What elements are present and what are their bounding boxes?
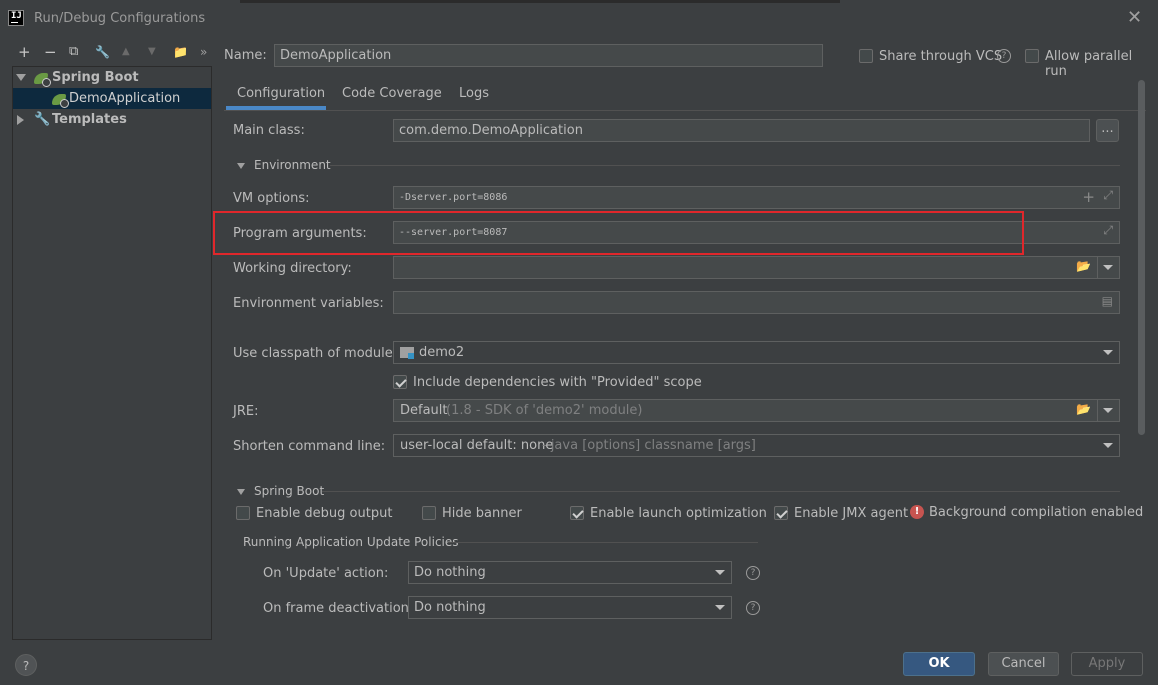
help-icon[interactable]: ? [997,49,1011,63]
tree-item-label: Spring Boot [52,70,139,85]
tab-logs[interactable]: Logs [459,86,489,101]
chevron-down-icon[interactable] [1103,350,1113,355]
tree-item-demoapplication[interactable]: DemoApplication [13,88,211,109]
help-button[interactable]: ? [15,654,37,676]
environment-section-title: Environment [254,158,331,172]
help-icon[interactable]: ? [746,601,760,615]
dropdown-separator [1097,400,1098,421]
shorten-select[interactable]: user-local default: none - java [options… [393,434,1120,457]
highlight-annotation [213,211,1024,255]
main-class-label: Main class: [233,123,305,138]
shorten-label: Shorten command line: [233,439,386,454]
jmx-agent-checkbox[interactable] [774,506,788,520]
bg-compile-label: Background compilation enabled [929,505,1144,520]
folder-icon[interactable]: 📂 [1076,402,1091,416]
env-vars-label: Environment variables: [233,296,384,311]
debug-output-label: Enable debug output [256,506,393,521]
apply-button[interactable]: Apply [1071,652,1143,676]
vm-options-label: VM options: [233,191,310,206]
name-label: Name: [224,48,267,63]
allow-parallel-checkbox[interactable] [1025,49,1039,63]
ok-button[interactable]: OK [903,652,975,676]
spring-boot-icon [34,73,51,87]
jre-label: JRE: [233,404,259,419]
hide-banner-label: Hide banner [442,506,522,521]
module-badge-icon [408,353,414,359]
chevron-down-icon[interactable] [1103,443,1113,448]
environment-collapse-icon[interactable] [237,163,245,169]
help-icon[interactable]: ? [746,566,760,580]
error-icon: ! [910,505,924,519]
tree-item-spring-boot[interactable]: Spring Boot [13,67,211,88]
on-frame-select[interactable]: Do nothing [408,596,732,619]
chevron-down-icon[interactable] [1103,265,1113,270]
templates-wrench-icon: 🔧 [34,112,51,127]
title-strip [240,0,840,3]
launch-opt-checkbox[interactable] [570,506,584,520]
section-divider [330,165,1120,166]
window-title: Run/Debug Configurations [34,11,206,26]
hide-banner-checkbox[interactable] [422,506,436,520]
vm-options-input[interactable]: -Dserver.port=8086 + ⤢ [393,186,1120,209]
tabs-divider [224,110,1146,111]
cancel-button[interactable]: Cancel [988,652,1059,676]
classpath-label: Use classpath of module: [233,346,398,361]
allow-parallel-label: Allow parallel run [1045,49,1133,79]
tree-item-label: Templates [52,112,127,127]
expand-icon[interactable]: ⤢ [1103,188,1113,203]
close-icon[interactable]: ✕ [1127,8,1142,28]
copy-icon[interactable]: ⧉ [69,43,78,61]
folder-icon[interactable]: 📂 [1076,259,1091,273]
update-policies-title: Running Application Update Policies [243,535,459,549]
tab-code-coverage[interactable]: Code Coverage [342,86,442,101]
remove-icon[interactable]: − [44,43,57,61]
on-update-select[interactable]: Do nothing [408,561,732,584]
dropdown-separator [1097,257,1098,278]
share-vcs-label: Share through VCS [879,49,1003,64]
collapse-arrow-icon[interactable] [17,115,24,125]
jre-select[interactable]: Default (1.8 - SDK of 'demo2' module) 📂 [393,399,1120,422]
launch-opt-label: Enable launch optimization [590,506,767,521]
chevron-down-icon[interactable] [715,570,725,575]
move-up-icon[interactable]: ▲ [122,43,130,61]
browse-button[interactable]: ... [1096,119,1119,142]
add-option-icon[interactable]: + [1082,188,1095,206]
chevron-down-icon[interactable] [715,605,725,610]
tab-configuration[interactable]: Configuration [237,86,325,101]
scrollbar-thumb[interactable] [1138,80,1145,435]
wrench-icon[interactable]: 🔧 [95,43,110,61]
include-deps-label: Include dependencies with "Provided" sco… [413,375,702,390]
chevron-down-icon[interactable] [1103,408,1113,413]
expand-arrow-icon[interactable] [16,74,26,81]
tree-item-templates[interactable]: 🔧 Templates [13,109,211,130]
share-vcs-checkbox[interactable] [859,49,873,63]
document-icon[interactable]: ▤ [1102,294,1113,308]
classpath-select[interactable]: demo2 [393,341,1120,364]
more-icon[interactable]: » [200,43,207,61]
working-dir-label: Working directory: [233,261,352,276]
intellij-app-icon: IJ [8,10,24,26]
config-tree[interactable]: Spring Boot DemoApplication 🔧 Templates [12,66,212,640]
expand-icon[interactable]: ⤢ [1103,223,1113,238]
on-update-label: On 'Update' action: [263,566,389,581]
spring-boot-app-icon [52,94,69,108]
move-down-icon[interactable]: ▼ [148,43,156,61]
add-icon[interactable]: + [18,43,31,61]
main-class-input[interactable]: com.demo.DemoApplication [393,119,1090,142]
section-divider [448,542,758,543]
folder-add-icon[interactable]: 📁 [173,43,188,61]
env-vars-input[interactable]: ▤ [393,291,1120,314]
include-deps-checkbox[interactable] [393,375,407,389]
name-input[interactable]: DemoApplication [274,44,823,67]
springboot-section-title: Spring Boot [254,484,325,498]
on-frame-label: On frame deactivation: [263,601,414,616]
tree-item-label: DemoApplication [69,91,181,106]
working-dir-input[interactable]: 📂 [393,256,1120,279]
debug-output-checkbox[interactable] [236,506,250,520]
section-divider [322,491,1120,492]
springboot-collapse-icon[interactable] [237,489,245,495]
jmx-agent-label: Enable JMX agent [794,506,909,521]
